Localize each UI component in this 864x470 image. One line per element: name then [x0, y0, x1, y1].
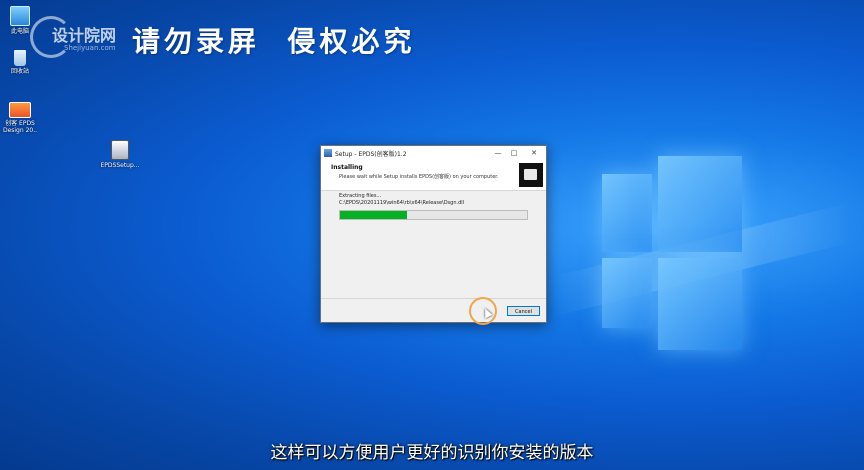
installing-description: Please wait while Setup installs EPDS(创客…: [339, 174, 499, 180]
install-progress-bar: [339, 210, 528, 220]
computer-icon: [10, 6, 30, 26]
current-file-path: C:\EPDS\20201119\win64\rb\x64\Release\Ds…: [339, 200, 465, 206]
video-subtitle: 这样可以方便用户更好的识别你安装的版本: [270, 443, 594, 463]
minimize-button[interactable]: —: [493, 148, 503, 158]
installer-computer-icon: [519, 163, 543, 187]
desktop-icon-epds-setup[interactable]: EPDSSetup...: [100, 140, 140, 169]
desktop-icon-label: 回收站: [10, 68, 29, 75]
windows-logo-wallpaper: [550, 150, 850, 360]
logo-pane-top-left: [602, 174, 652, 252]
progress-fill: [340, 211, 408, 219]
dialog-header: Installing Please wait while Setup insta…: [321, 160, 546, 191]
setup-dialog: Setup - EPDS(创客版)1.2 — □ ✕ Installing Pl…: [320, 145, 547, 323]
dialog-title: Setup - EPDS(创客版)1.2: [335, 151, 407, 158]
desktop-icon-label: 创客 EPDS Design 20..: [2, 120, 38, 134]
desktop-icon-label: 此电脑: [10, 28, 29, 35]
cancel-button[interactable]: Cancel: [507, 306, 540, 316]
logo-pane-bottom-left: [602, 258, 652, 328]
setup-app-icon: [324, 149, 332, 157]
recycle-bin-icon: [14, 50, 26, 66]
logo-pane-bottom-right: [658, 258, 742, 350]
watermark-site-name: 设计院网: [52, 26, 117, 45]
app-shortcut-icon: [9, 102, 31, 118]
status-text: Extracting files...: [339, 193, 382, 199]
desktop-icon-recycle-bin[interactable]: 回收站: [0, 50, 40, 75]
logo-pane-top-right: [658, 156, 742, 252]
maximize-button[interactable]: □: [509, 148, 519, 158]
desktop-icon-epds-design[interactable]: 创客 EPDS Design 20..: [0, 102, 40, 134]
watermark-site-url: Shejiyuan.com: [64, 44, 116, 52]
desktop-icon-label: EPDSSetup...: [100, 162, 140, 169]
close-button[interactable]: ✕: [529, 148, 539, 158]
installing-heading: Installing: [331, 164, 363, 171]
setup-exe-icon: [111, 140, 129, 160]
dialog-titlebar[interactable]: Setup - EPDS(创客版)1.2 — □ ✕: [321, 146, 546, 160]
desktop-icon-this-pc[interactable]: 此电脑: [0, 6, 40, 35]
no-recording-warning: 请勿录屏 侵权必究: [132, 25, 416, 58]
footer-divider: [321, 298, 546, 299]
